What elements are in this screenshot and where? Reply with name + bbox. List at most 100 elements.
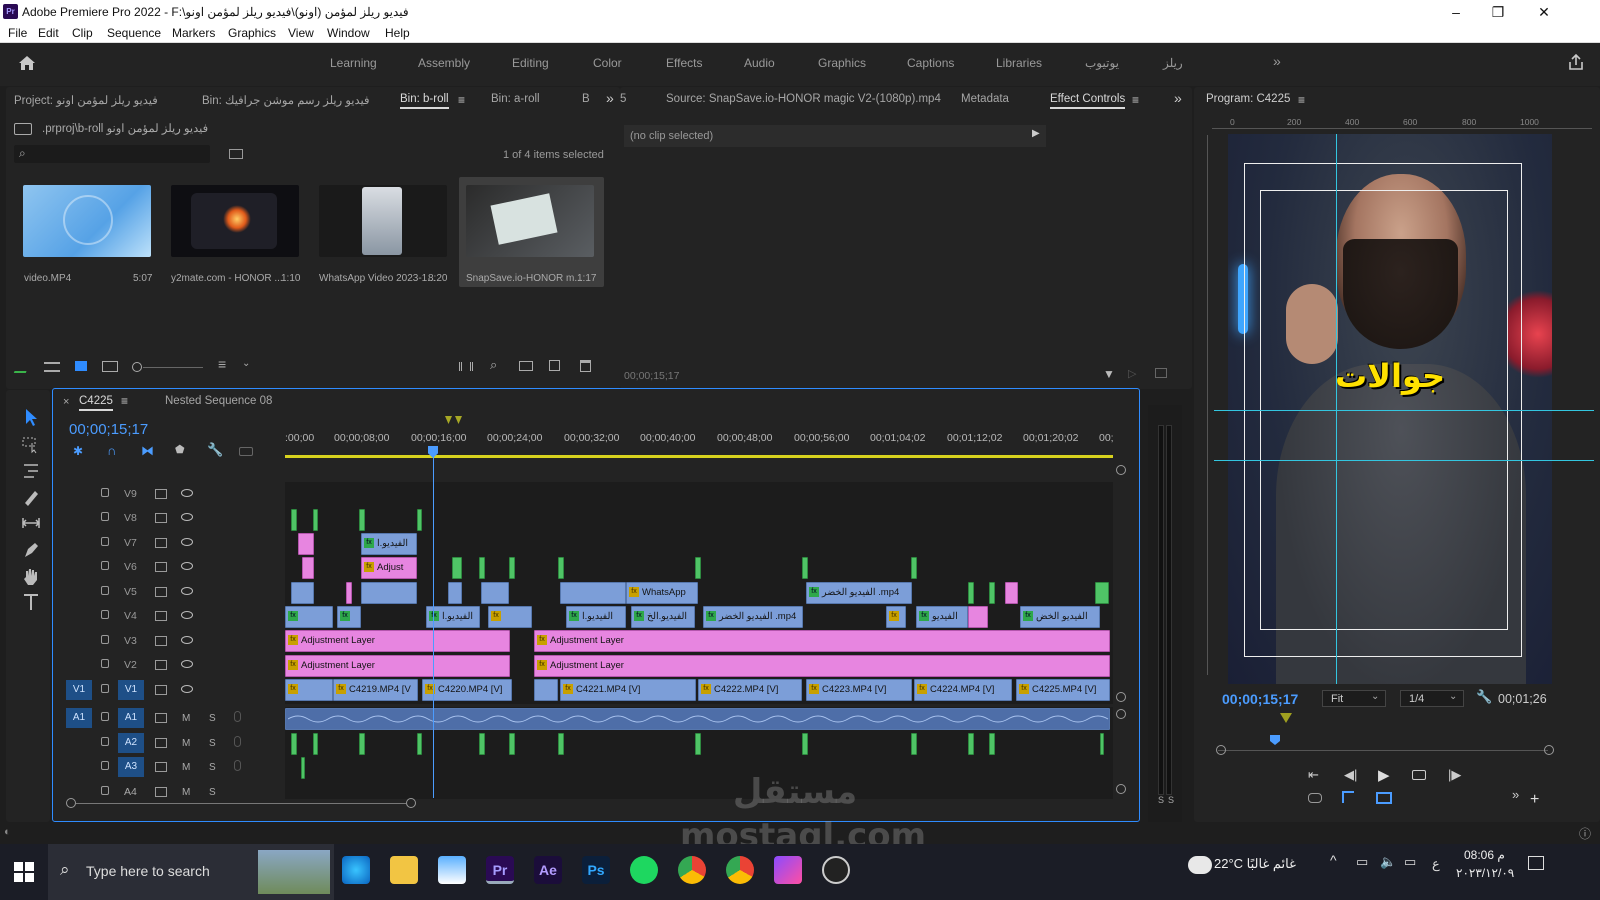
source-patch-a1[interactable]: A1 (66, 708, 92, 728)
project-search-input[interactable]: ⌕ (14, 145, 210, 163)
weather-icon[interactable] (1188, 856, 1212, 874)
lock-icon[interactable] (101, 737, 109, 746)
timeline-playhead-line[interactable] (433, 456, 434, 798)
tab-nested-sequence[interactable]: Nested Sequence 08 (165, 395, 272, 407)
close-button[interactable]: ✕ (1524, 2, 1564, 22)
track-header-v6[interactable]: V6 (52, 556, 282, 580)
edge-icon[interactable] (342, 856, 370, 884)
timeline-clip[interactable] (361, 582, 417, 604)
timeline-clip[interactable] (509, 557, 515, 579)
chevron-down-icon[interactable]: ⌄ (242, 358, 250, 369)
v-scroll-handle[interactable] (1116, 692, 1126, 702)
v-scroll-handle[interactable] (1116, 784, 1126, 794)
automate-sequence-icon[interactable] (459, 362, 473, 371)
toggle-sync-icon[interactable] (155, 738, 167, 748)
minimize-button[interactable]: – (1436, 2, 1476, 22)
timeline-clip[interactable] (448, 582, 462, 604)
eye-icon[interactable] (181, 513, 193, 521)
pen-tool-icon[interactable] (20, 539, 42, 561)
nest-icon[interactable]: ✱ (73, 444, 83, 458)
menu-view[interactable]: View (288, 26, 314, 40)
solo-button[interactable]: S (209, 713, 216, 724)
lock-icon[interactable] (101, 586, 109, 595)
captions-icon[interactable] (239, 447, 253, 456)
audio-clip[interactable] (291, 733, 297, 755)
audio-clip[interactable] (1100, 733, 1104, 755)
linked-selection-icon[interactable]: ⧓ (141, 443, 154, 459)
timeline-clip[interactable] (695, 557, 701, 579)
lock-icon[interactable] (101, 786, 109, 795)
timeline-clip[interactable] (968, 582, 974, 604)
hand-tool-icon[interactable] (20, 565, 42, 587)
step-forward-icon[interactable]: |▶ (1448, 767, 1461, 783)
solo-button[interactable]: S (209, 738, 216, 749)
timeline-clip-c4220[interactable]: fx C4220.MP4 [V] (422, 679, 512, 701)
panel-overflow-icon[interactable]: » (1512, 787, 1519, 802)
play-triangle-icon[interactable]: ▶ (1032, 128, 1040, 139)
timeline-clip[interactable] (313, 509, 318, 531)
safe-margins-icon[interactable] (1376, 792, 1392, 804)
timeline-clip[interactable] (968, 606, 988, 628)
track-header-v9[interactable]: V9 (52, 483, 282, 507)
audio-clip[interactable] (479, 733, 485, 755)
menu-window[interactable]: Window (327, 26, 370, 40)
workspace-audio[interactable]: Audio (744, 56, 775, 70)
work-area-bar[interactable] (285, 455, 1113, 458)
timeline-clip-c4224[interactable]: fx C4224.MP4 [V] (914, 679, 1012, 701)
horizontal-guide[interactable] (1214, 410, 1594, 411)
resolution-dropdown[interactable]: 1/4 ⌄ (1400, 690, 1464, 707)
timeline-clip-whatsapp[interactable]: fx WhatsApp (626, 582, 698, 604)
timeline-clip[interactable]: fx (886, 606, 906, 628)
timeline-clip[interactable] (802, 557, 808, 579)
track-name[interactable]: V1 (118, 680, 144, 700)
v-scroll-handle[interactable] (1116, 709, 1126, 719)
track-name[interactable]: A1 (118, 708, 144, 728)
solo-button[interactable]: S (209, 787, 216, 797)
workspace-assembly[interactable]: Assembly (418, 56, 470, 70)
h-scroll-handle-left[interactable] (66, 798, 76, 808)
eye-icon[interactable] (181, 611, 193, 619)
weather-text[interactable]: 22°C غائم غالبًا (1214, 856, 1296, 872)
media-player-icon[interactable] (822, 856, 850, 884)
lock-icon[interactable] (101, 561, 109, 570)
timeline-clip[interactable] (346, 582, 352, 604)
timeline-clip[interactable] (1095, 582, 1109, 604)
audio-clip[interactable] (301, 757, 305, 779)
workspace-editing[interactable]: Editing (512, 56, 549, 70)
track-name[interactable]: A3 (118, 757, 144, 777)
clock-time[interactable]: 08:06 م (1464, 848, 1505, 862)
clock-date[interactable]: ٢٠٢٣/١٢/٠٩ (1456, 866, 1514, 880)
file-explorer-icon[interactable] (390, 856, 418, 884)
horizontal-scrollbar[interactable] (76, 803, 406, 804)
go-to-in-icon[interactable]: ⇤ (1308, 767, 1319, 783)
zoom-handle-right[interactable] (1544, 745, 1554, 755)
toggle-sync-icon[interactable] (155, 713, 167, 723)
timeline-clip[interactable] (479, 557, 485, 579)
timeline-clip-v4a[interactable]: fxالفيديو.ا (426, 606, 480, 628)
timeline-clip[interactable]: fx (285, 606, 333, 628)
chrome-profile-icon[interactable] (726, 856, 754, 884)
menu-file[interactable]: File (8, 26, 27, 40)
network-icon[interactable]: ▭ (1356, 854, 1368, 870)
program-timecode[interactable]: 00;00;15;17 (1222, 691, 1298, 707)
timeline-clip[interactable] (452, 557, 462, 579)
track-header-a4[interactable]: A4 M S (52, 781, 282, 797)
slip-tool-icon[interactable] (20, 512, 42, 534)
type-tool-icon[interactable] (20, 591, 42, 613)
tab-bin-more[interactable]: B (582, 93, 590, 105)
timeline-clip-c4223[interactable]: fx C4223.MP4 [V] (806, 679, 912, 701)
workspace-learning[interactable]: Learning (330, 56, 377, 70)
menu-graphics[interactable]: Graphics (228, 26, 276, 40)
windows-start-icon[interactable] (14, 862, 34, 882)
new-item-icon[interactable] (549, 360, 560, 371)
eye-icon[interactable] (181, 538, 193, 546)
track-header-v3[interactable]: V3 (52, 630, 282, 654)
timeline-clip[interactable] (302, 557, 314, 579)
workspace-libraries[interactable]: Libraries (996, 56, 1042, 70)
timeline-clip-v4b[interactable]: fx الفيديو.ا (566, 606, 626, 628)
icon-view-icon[interactable] (75, 361, 87, 371)
toggle-sync-icon[interactable] (155, 562, 167, 572)
toggle-sync-icon[interactable] (155, 513, 167, 523)
snap-magnet-icon[interactable]: ∩ (107, 443, 116, 458)
zoom-handle-left[interactable] (1216, 745, 1226, 755)
